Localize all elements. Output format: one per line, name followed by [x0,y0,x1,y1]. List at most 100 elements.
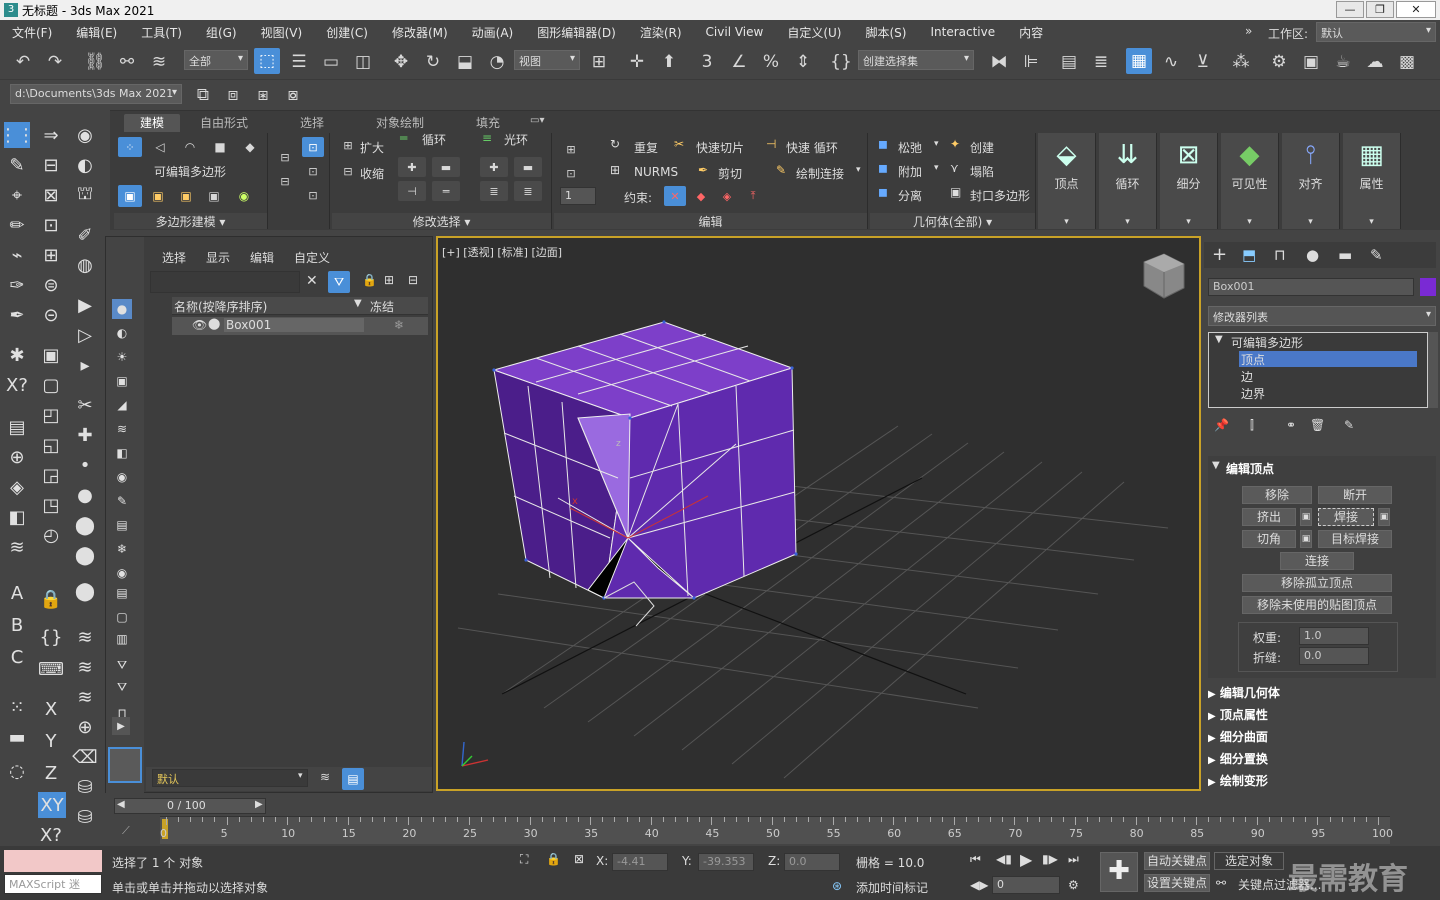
clear-search-icon[interactable]: ✕ [306,273,318,289]
panel-b-icon[interactable]: ▢ [38,372,64,398]
script-icon[interactable]: ⌨ [38,656,64,682]
configure-modifier-sets-icon[interactable]: ✎ [1344,418,1354,432]
sub-object-b-icon[interactable]: ▣ [174,185,198,207]
collapse-icon[interactable]: ⋎ [950,161,959,175]
dot-small-icon[interactable]: • [72,452,98,478]
scene-tab-select[interactable]: 选择 [162,249,186,266]
dotted-circle-icon[interactable]: ◌ [4,758,30,784]
relax-icon[interactable]: ◼ [878,137,888,151]
reference-coordinate-select[interactable]: 视图 [514,50,580,70]
show-end-result-icon[interactable]: ⫿ [1250,418,1254,433]
display-spacewarps-icon[interactable]: ≋ [112,419,132,439]
display-xrefs-icon[interactable]: ◉ [112,467,132,487]
utilities-tab-icon[interactable]: ✎ [1370,246,1383,264]
view-cube-icon[interactable] [1143,253,1185,299]
display-none-icon[interactable]: ▢ [112,607,132,627]
axis-xform-icon[interactable]: X? [38,822,64,848]
select-region-icon[interactable]: ◧ [4,504,30,530]
selection-lock-icon[interactable]: 🔒 [546,852,561,866]
display-cameras-icon[interactable]: ▣ [112,371,132,391]
project-settings-icon[interactable]: ⧇ [280,82,306,108]
create-icon-ribbon[interactable]: ✦ [950,137,960,151]
shapes-icon[interactable]: ◐ [72,152,98,178]
menu-file[interactable]: 文件(F) [0,24,64,41]
paintconnect-label[interactable]: 绘制连接 [796,165,844,182]
display-helpers-icon[interactable]: ◢ [112,395,132,415]
visibility-panel-button[interactable]: ◆ 可见性 ▾ [1221,133,1279,229]
stack-icon[interactable]: ≋ [4,534,30,560]
loop-mode-b-icon[interactable]: ═ [432,181,460,201]
edit-tool-a-icon[interactable]: ⊞ [560,139,582,159]
panel-e-icon[interactable]: ◲ [38,462,64,488]
spinner-snap-icon[interactable]: ⇕ [790,49,816,75]
scene-tab-customize[interactable]: 自定义 [294,249,330,266]
key-filter-icon[interactable]: ⚯ [1216,876,1226,890]
table-row[interactable]: 👁 ⬤ Box001 ❄ [172,317,428,335]
display-containers-icon[interactable]: ▤ [112,515,132,535]
layer-explorer-icon[interactable]: ≋ [320,770,330,784]
workspace-select[interactable]: 默认 [1316,22,1436,42]
layer-manager-icon[interactable]: ▤ [4,414,30,440]
material-editor-icon[interactable]: ⁂ [1228,49,1254,75]
display-hidden-icon[interactable]: ◉ [112,563,132,583]
axis-y-icon[interactable]: Y [38,728,64,754]
y-coordinate[interactable]: -39.353 [698,853,754,871]
panel-g-icon[interactable]: ◴ [38,522,64,548]
display-lights-icon[interactable]: ☀ [112,347,132,367]
render-setup-icon[interactable]: ⚙ [1266,49,1292,75]
add-time-tag[interactable]: 添加时间标记 [856,879,928,896]
rollout-edit-geometry[interactable]: ▶ 编辑几何体 [1208,684,1436,704]
snaps-toggle-icon[interactable]: 3 [694,49,720,75]
sphere-icon[interactable]: ⬤ [72,578,98,604]
tab-selection[interactable]: 选择 [290,114,334,132]
quickloop-label[interactable]: 快速 循环 [786,139,838,156]
geometry-footer[interactable]: 几何体(全部) ▾ [870,213,1035,229]
move-icon[interactable]: ✥ [388,49,414,75]
rectangular-selection-icon[interactable]: ▭ [318,49,344,75]
preview-off-icon[interactable]: ⊡ [302,185,324,205]
utilities-icon[interactable]: ⊜ [38,272,64,298]
xform-icon[interactable]: X? [4,372,30,398]
auto-key-button[interactable]: 自动关键点 [1144,852,1210,870]
film-a-icon[interactable]: ▶ [72,292,98,318]
open-a360-gallery-icon[interactable]: ▩ [1394,49,1420,75]
pin-stack-tool-icon[interactable]: 📌 [1214,418,1229,432]
plus-icon[interactable]: ✚ [72,422,98,448]
loop-mode-a-icon[interactable]: ⊣ [398,181,426,201]
scene-tab-edit[interactable]: 编辑 [250,249,274,266]
quickslice-icon[interactable]: ✂ [674,137,684,151]
quickloop-icon[interactable]: ⊣ [766,137,776,151]
menu-modifiers[interactable]: 修改器(M) [380,24,460,41]
detach-icon[interactable]: ◼ [878,185,888,199]
expand-explorer-icon[interactable]: ▶ [112,717,130,735]
constraint-normal-icon[interactable]: ⤒ [742,186,764,206]
ring-mode-b-icon[interactable]: ≣ [514,181,542,201]
play-icon[interactable]: ▶ [1020,850,1032,869]
set-key-button[interactable]: 设置关键点 [1144,874,1210,892]
show-cage-icon[interactable]: ▣ [202,185,226,207]
ribbon-options-icon[interactable]: ▭▾ [530,115,544,126]
modify-mode-icon[interactable]: ▣ [118,185,142,207]
polygon-modeling-footer[interactable]: 多边形建模 ▾ [114,213,267,229]
brush-icon[interactable]: ✏ [4,212,30,238]
rollout-subdivision-displacement[interactable]: ▶ 细分置换 [1208,750,1436,770]
selection-filter-select[interactable]: 全部 [184,50,248,70]
modifier-list-select[interactable]: 修改器列表 [1208,306,1436,326]
globe-icon[interactable]: ◍ [72,252,98,278]
time-config-icon[interactable]: ⚙ [1068,878,1079,892]
polygon-mode-icon[interactable]: ■ [208,137,232,157]
hierarchy-a-icon[interactable]: ⊞ [384,273,394,287]
shrink-icon[interactable]: ⊟ [340,163,356,179]
loop-icon[interactable]: ═ [400,131,407,145]
modify-tab-icon[interactable]: ⬒ [1242,246,1256,264]
sort-arrow-icon[interactable]: ▼ [354,298,362,309]
project-folder-select[interactable]: d:\Documents\3ds Max 2021 [10,84,182,104]
loop-shrink-icon[interactable]: ▬ [432,157,460,177]
shrink-label[interactable]: 收缩 [360,165,384,182]
select-object-icon[interactable]: ⬚ [254,48,280,74]
hierarchy-icon[interactable]: ⊠ [38,182,64,208]
stack-plus-icon[interactable]: ⊕ [72,714,98,740]
trash-icon[interactable]: ⌫ [72,744,98,770]
edit-tool-b-icon[interactable]: ⊡ [560,163,582,183]
track-bar-icon[interactable]: ⟋ [122,824,130,838]
